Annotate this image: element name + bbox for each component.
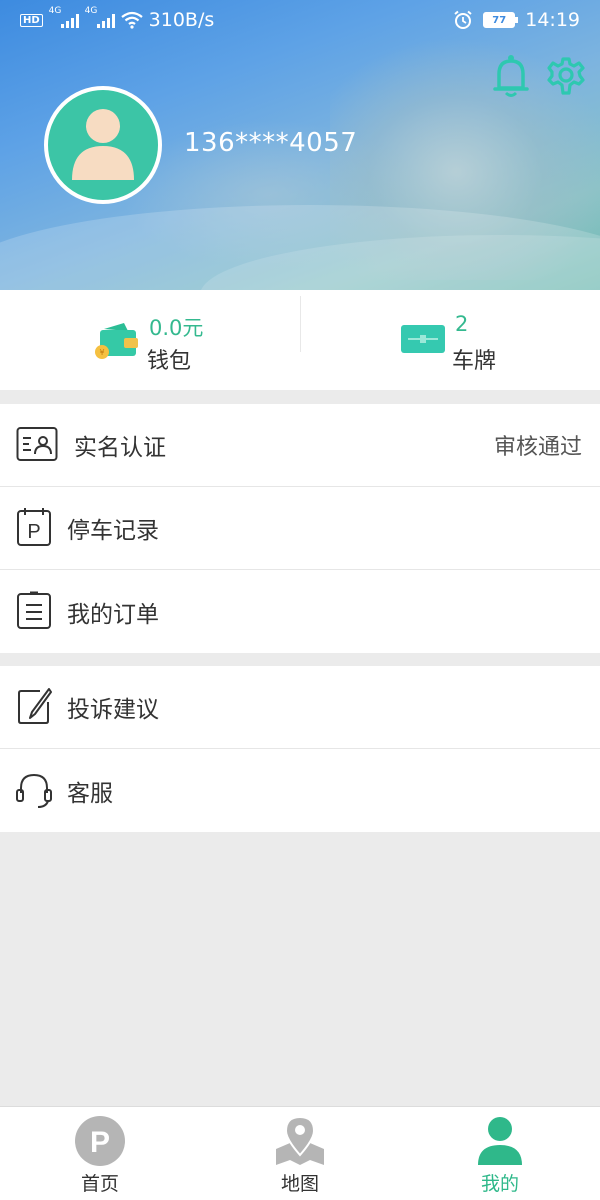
account-stats: ¥ 0.0元 钱包 2 车牌 [0,290,600,390]
menu-item-my-orders[interactable]: 我的订单 [0,570,600,653]
wallet-balance: 0.0元 [149,316,204,340]
alarm-icon [454,10,472,29]
network-speed: 310B/s [148,9,215,31]
tab-mine[interactable]: 我的 [400,1107,600,1200]
menu-item-label: 投诉建议 [67,697,159,723]
menu-group-account: 实名认证 审核通过 P 停车记录 我的订单 [0,404,600,653]
headset-icon [16,773,52,808]
plates-label: 车牌 [452,349,497,374]
menu-item-label: 我的订单 [67,601,159,628]
user-phone: 136****4057 [184,128,358,158]
wallet-icon: ¥ [95,323,138,359]
menu-item-parking-record[interactable]: P 停车记录 [0,487,600,570]
bottom-tab-bar: P 首页 地图 我的 [0,1106,600,1200]
license-plate-icon [401,325,445,353]
menu-item-real-name[interactable]: 实名认证 审核通过 [0,404,600,487]
complaint-edit-icon [18,688,52,724]
verification-status: 审核通过 [493,435,582,460]
tab-label: 我的 [480,1173,519,1195]
network-type: 4G [84,6,98,16]
tab-home[interactable]: P 首页 [0,1107,200,1200]
map-pin-icon [276,1115,324,1165]
menu-item-label: 实名认证 [74,435,166,461]
user-icon [478,1117,522,1165]
wifi-icon [120,11,143,29]
wallet-label: 钱包 [147,349,192,374]
order-list-icon [17,591,51,629]
battery-icon: 77 [483,12,519,28]
parking-icon: P [75,1116,125,1166]
bell-icon[interactable] [493,54,529,98]
gear-icon[interactable] [546,56,586,96]
svg-text:P: P [27,521,40,543]
signal-icon: 4G [85,6,115,28]
id-card-icon [16,427,58,461]
menu-item-label: 停车记录 [67,518,159,544]
network-type: 4G [48,6,62,16]
parking-record-icon: P [17,508,51,546]
avatar-icon [72,109,134,180]
hd-indicator: HD [20,13,43,27]
tab-label: 首页 [80,1173,119,1195]
signal-icon: 4G [49,6,79,28]
tab-map[interactable]: 地图 [200,1107,400,1200]
plate-count: 2 [455,312,469,336]
clock: 14:19 [525,9,580,31]
menu-item-complaint[interactable]: 投诉建议 [0,666,600,749]
wallet-stat[interactable]: ¥ 0.0元 钱包 [0,290,300,390]
menu-group-support: 投诉建议 客服 [0,666,600,832]
plates-stat[interactable]: 2 车牌 [300,290,600,390]
profile-header: HD 4G 4G 310B/s 77 14:19 136****4057 [0,0,600,290]
tab-label: 地图 [280,1173,319,1195]
status-bar: HD 4G 4G 310B/s 77 14:19 [0,0,600,40]
battery-level: 77 [492,14,507,26]
menu-item-label: 客服 [67,780,113,807]
avatar[interactable] [44,86,162,204]
svg-text:¥: ¥ [99,348,104,357]
menu-item-customer-service[interactable]: 客服 [0,749,600,832]
svg-text:P: P [90,1126,110,1159]
